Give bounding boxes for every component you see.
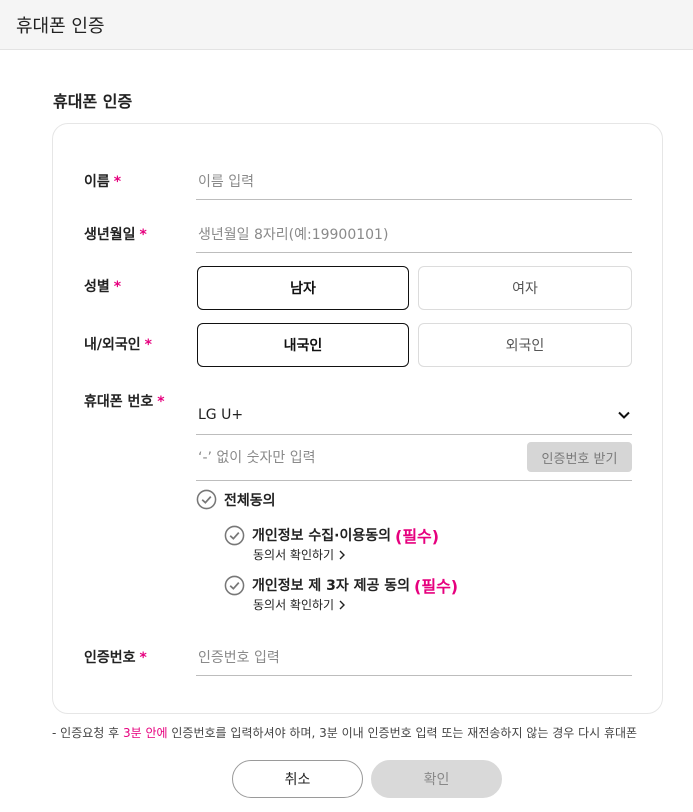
check-circle-icon (224, 525, 245, 545)
check-circle-icon (196, 489, 217, 510)
required-mark: * (113, 174, 122, 190)
required-mark: * (113, 279, 122, 295)
name-label: 이름 * (84, 174, 122, 190)
notice-text: - 인증요청 후 3분 안에 인증번호를 입력하셔야 하며, 3분 이내 인증번… (52, 724, 672, 741)
notice-post: 인증번호를 입력하셔야 하며, 3분 이내 인증번호 입력 또는 재전송하지 않… (167, 726, 638, 740)
required-tag: (필수) (414, 577, 459, 596)
name-field[interactable] (196, 164, 632, 200)
agree-item-label: 개인정보 제 3자 제공 동의 (252, 578, 411, 594)
chevron-down-icon (618, 411, 630, 419)
phone-label: 휴대폰 번호 * (84, 394, 165, 410)
agree-item-label: 개인정보 수집·이용동의 (252, 528, 391, 544)
view-consent-label: 동의서 확인하기 (253, 598, 335, 612)
birth-label: 생년월일 * (84, 227, 147, 243)
required-mark: * (157, 394, 165, 410)
carrier-value: LG U+ (198, 407, 244, 423)
required-mark: * (139, 227, 147, 243)
chevron-right-icon (339, 550, 346, 559)
view-consent-link[interactable]: 동의서 확인하기 (253, 546, 346, 563)
birth-input[interactable] (198, 217, 632, 252)
phone-input[interactable] (198, 450, 518, 466)
agree-item-checkbox[interactable]: 개인정보 제 3자 제공 동의 (필수) (224, 573, 458, 597)
view-consent-link[interactable]: 동의서 확인하기 (253, 596, 346, 613)
gender-male-button[interactable]: 남자 (197, 266, 409, 310)
code-input[interactable] (198, 640, 632, 675)
notice-highlight: 3분 안에 (123, 726, 168, 740)
required-tag: (필수) (395, 527, 440, 546)
carrier-select[interactable]: LG U+ (196, 398, 632, 435)
confirm-button[interactable]: 확인 (371, 760, 502, 798)
nationality-label: 내/외국인 * (84, 337, 152, 353)
code-label: 인증번호 * (84, 650, 147, 666)
required-mark: * (144, 337, 152, 353)
agree-all-label: 전체동의 (224, 492, 276, 509)
code-field[interactable] (196, 640, 632, 676)
phone-field[interactable]: 인증번호 받기 (196, 440, 632, 481)
name-input[interactable] (198, 164, 632, 199)
view-consent-label: 동의서 확인하기 (253, 548, 335, 562)
title-bar: 휴대폰 인증 (0, 0, 693, 50)
check-circle-icon (224, 575, 245, 595)
nationality-foreign-button[interactable]: 외국인 (418, 323, 632, 367)
required-mark: * (139, 650, 147, 666)
gender-label: 성별 * (84, 279, 122, 295)
notice-pre: 인증요청 후 (56, 726, 123, 740)
window-title: 휴대폰 인증 (16, 16, 105, 37)
cancel-button[interactable]: 취소 (232, 760, 363, 798)
agree-item-checkbox[interactable]: 개인정보 수집·이용동의 (필수) (224, 523, 439, 547)
birth-field[interactable] (196, 217, 632, 253)
gender-female-button[interactable]: 여자 (418, 266, 632, 310)
nationality-domestic-button[interactable]: 내국인 (197, 323, 409, 367)
agree-all-checkbox[interactable]: 전체동의 (196, 489, 276, 510)
request-code-button[interactable]: 인증번호 받기 (527, 442, 632, 472)
chevron-right-icon (339, 600, 346, 609)
section-title: 휴대폰 인증 (53, 92, 133, 111)
